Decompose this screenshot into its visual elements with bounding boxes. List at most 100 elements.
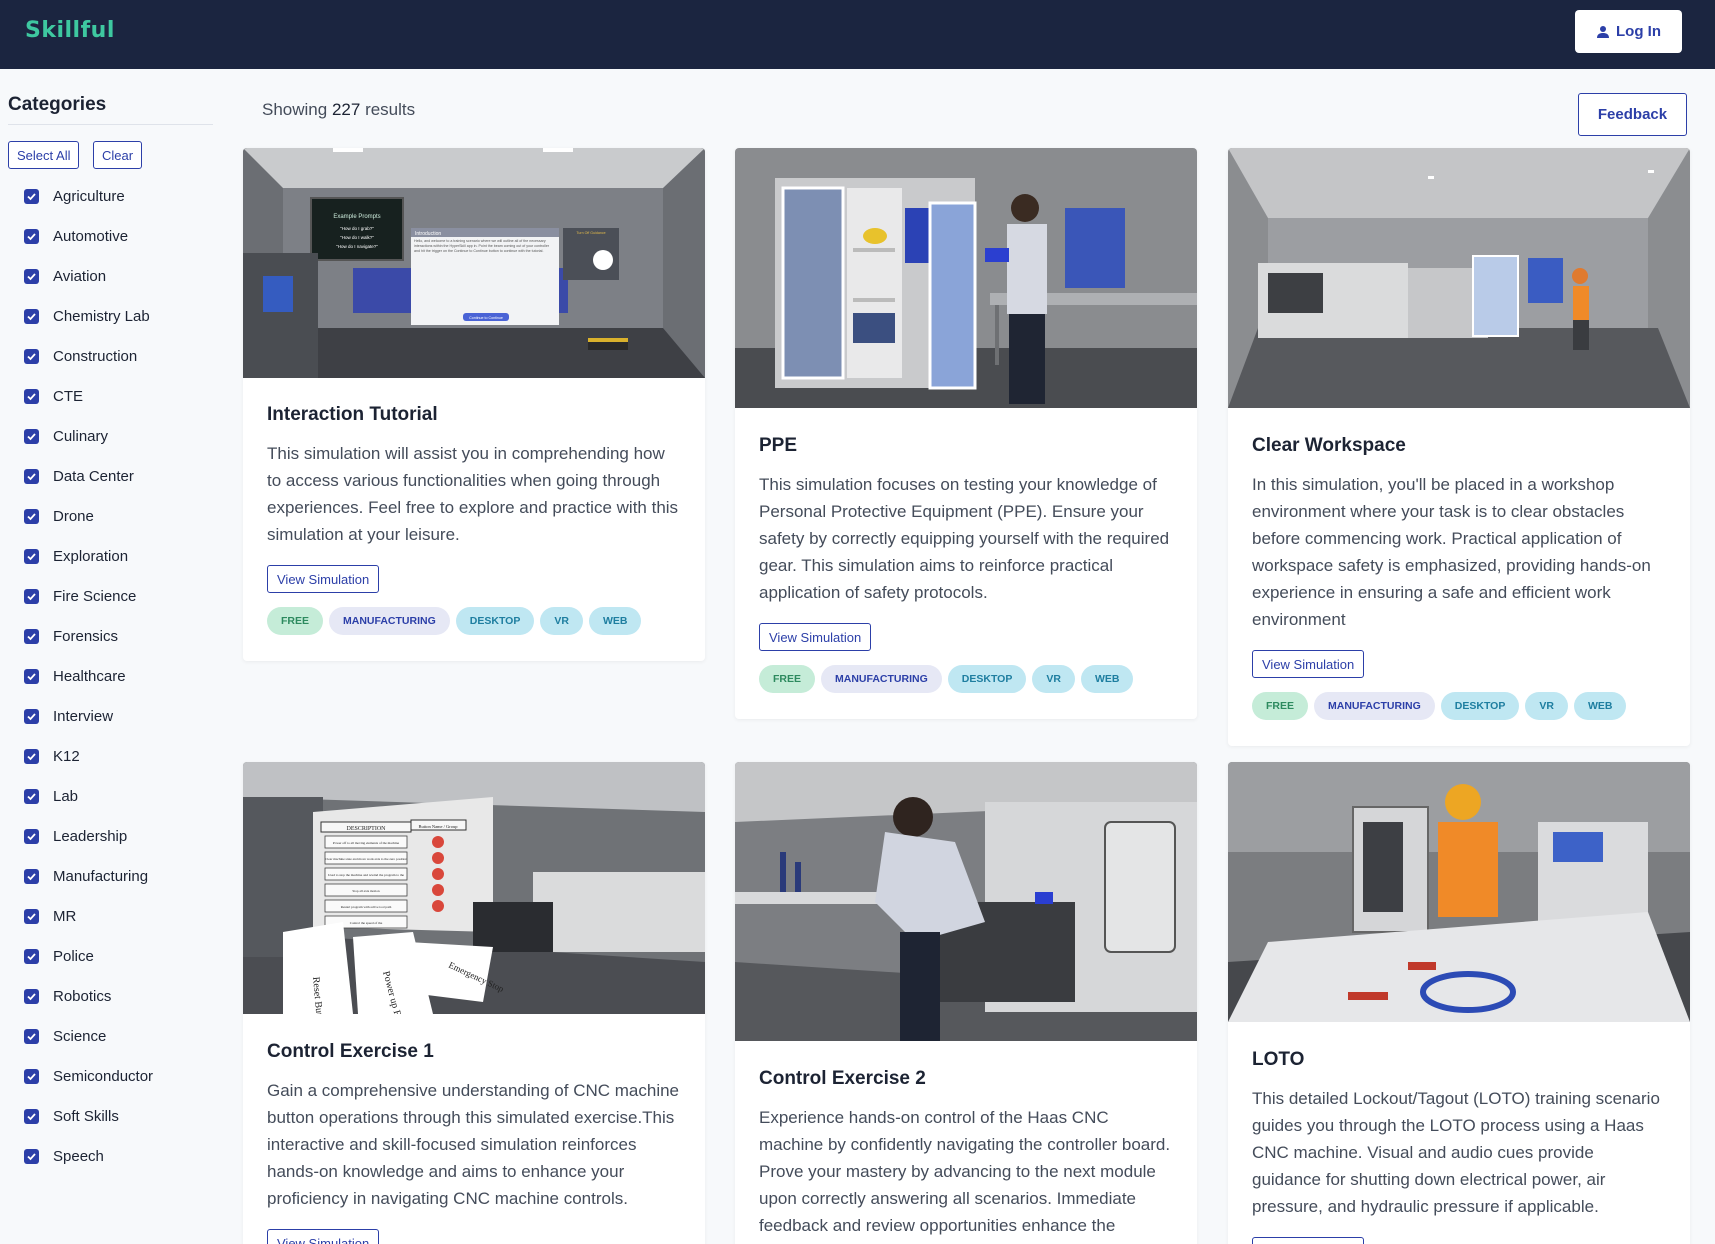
category-item[interactable]: Robotics [24,976,153,1016]
screen-prompt: "How do I grab?" [340,226,374,231]
card-title: Clear Workspace [1252,435,1406,456]
category-item[interactable]: K12 [24,736,153,776]
card-thumbnail[interactable] [735,762,1197,1041]
card-thumbnail[interactable] [735,148,1197,408]
category-label: Drone [53,507,94,525]
ppe-locker-image [735,148,1197,408]
check-icon [27,1072,36,1080]
card-thumbnail[interactable]: DESCRIPTION Button Name / Group Power of… [243,762,705,1014]
category-label: Robotics [53,987,112,1005]
card-thumbnail[interactable] [1228,148,1690,408]
category-label: Aviation [53,267,107,285]
checkbox[interactable] [24,468,39,484]
checkbox[interactable] [24,1108,39,1124]
category-item[interactable]: Healthcare [24,656,153,696]
checkbox[interactable] [24,788,39,804]
category-item[interactable]: Aviation [24,256,153,296]
checkbox[interactable] [24,268,39,284]
checkbox[interactable] [24,188,39,204]
category-item[interactable]: Interview [24,696,153,736]
category-item[interactable]: Construction [24,336,153,376]
category-item[interactable]: Speech [24,1136,153,1176]
checkbox[interactable] [24,1068,39,1084]
check-icon [27,232,36,240]
card-title: PPE [759,435,798,456]
card-description: In this simulation, you'll be placed in … [1252,475,1651,629]
checkbox[interactable] [24,308,39,324]
checkbox[interactable] [24,428,39,444]
login-button[interactable]: Log In [1575,10,1682,53]
checkbox[interactable] [24,708,39,724]
category-item[interactable]: Lab [24,776,153,816]
results-count: Showing 227 results [262,100,415,120]
checkbox[interactable] [24,508,39,524]
category-item[interactable]: Drone [24,496,153,536]
category-item[interactable]: Science [24,1016,153,1056]
checkbox[interactable] [24,1028,39,1044]
check-icon [27,1152,36,1160]
card-title: Control Exercise 2 [759,1068,926,1089]
check-icon [27,392,36,400]
card-thumbnail[interactable] [1228,762,1690,1022]
category-item[interactable]: Leadership [24,816,153,856]
clear-button[interactable]: Clear [93,141,143,169]
checkbox[interactable] [24,748,39,764]
category-label: Fire Science [53,587,137,605]
checkbox[interactable] [24,988,39,1004]
checkbox[interactable] [24,228,39,244]
categories-title: Categories [8,94,107,115]
category-item[interactable]: Exploration [24,536,153,576]
category-item[interactable]: Soft Skills [24,1096,153,1136]
checkbox[interactable] [24,868,39,884]
select-all-button[interactable]: Select All [8,141,80,169]
checkbox[interactable] [24,348,39,364]
category-item[interactable]: CTE [24,376,153,416]
category-item[interactable]: MR [24,896,153,936]
check-icon [27,792,36,800]
category-item[interactable]: Culinary [24,416,153,456]
checkbox[interactable] [24,548,39,564]
category-item[interactable]: Data Center [24,456,153,496]
view-simulation-button[interactable]: View Simulation [267,1229,380,1244]
checkbox[interactable] [24,948,39,964]
category-item[interactable]: Agriculture [24,176,153,216]
card-title: LOTO [1252,1049,1305,1070]
card-thumbnail[interactable]: Example Prompts "How do I grab?" "How do… [243,148,705,378]
checkbox[interactable] [24,388,39,404]
board-row-text: Restart program with active tool path [341,905,392,909]
screen-prompt: "How do I navigate?" [336,244,378,249]
tag-manufacturing: MANUFACTURING [821,665,942,693]
tag-web: WEB [1080,665,1134,693]
checkbox[interactable] [24,1148,39,1164]
view-simulation-button[interactable]: View Simulation [1252,1237,1365,1244]
card-description: This detailed Lockout/Tagout (LOTO) trai… [1252,1089,1660,1216]
logo[interactable]: Skillful [25,18,115,43]
checkbox[interactable] [24,588,39,604]
category-item[interactable]: Automotive [24,216,153,256]
category-item[interactable]: Semiconductor [24,1056,153,1096]
category-label: Healthcare [53,667,126,685]
board-row-text: Used to stop the machine and rewind the … [328,873,405,877]
check-icon [27,552,36,560]
category-item[interactable]: Chemistry Lab [24,296,153,336]
checkbox[interactable] [24,908,39,924]
checkbox[interactable] [24,828,39,844]
checkbox[interactable] [24,628,39,644]
view-simulation-button[interactable]: View Simulation [267,565,380,593]
category-label: Lab [53,787,79,805]
category-label: Police [53,947,94,965]
category-item[interactable]: Police [24,936,153,976]
tag-list: FREE MANUFACTURING DESKTOP VR WEB [759,665,1173,693]
view-simulation-button[interactable]: View Simulation [759,623,872,651]
results-prefix: Showing [262,100,328,119]
screen-prompt: "How do I walk?" [340,235,374,240]
checkbox[interactable] [24,668,39,684]
category-item[interactable]: Fire Science [24,576,153,616]
category-item[interactable]: Forensics [24,616,153,656]
category-item[interactable]: Manufacturing [24,856,153,896]
view-simulation-button[interactable]: View Simulation [1252,650,1365,678]
feedback-button[interactable]: Feedback [1578,93,1687,136]
simulation-card: Clear Workspace In this simulation, you'… [1228,148,1690,746]
category-label: Culinary [53,427,109,445]
login-label: Log In [1616,23,1661,40]
